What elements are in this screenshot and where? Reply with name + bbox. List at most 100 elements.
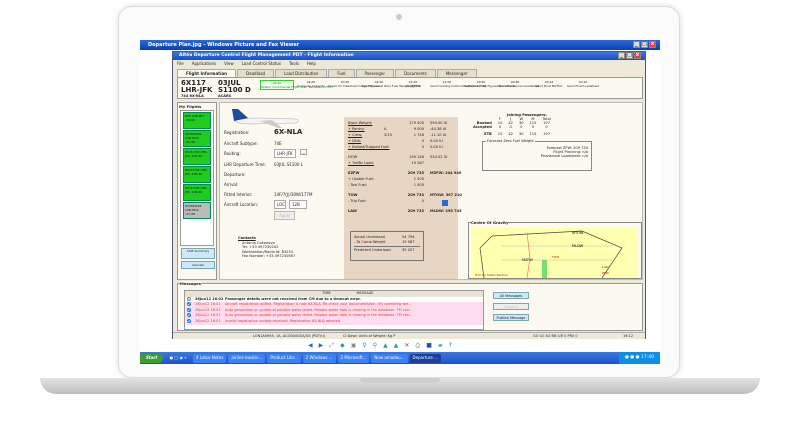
menu-tools[interactable]: Tools (289, 61, 299, 66)
publish-message-button[interactable]: Publish Message (493, 314, 529, 321)
slideshow-icon[interactable]: ▣ (351, 342, 357, 349)
start-button[interactable]: Start (140, 353, 164, 363)
taskbar-item[interactable]: 2 Windows ... (302, 353, 336, 363)
milestone[interactable]: 00:50 Send Final Fuel Figures Document (464, 80, 515, 88)
milestone[interactable]: 00:44 Send Final NOTOC (532, 80, 566, 88)
maximize-icon[interactable]: □ (626, 52, 633, 59)
tab-messenger[interactable]: Messenger (436, 69, 477, 77)
message-checkbox[interactable] (187, 296, 191, 301)
close-icon[interactable]: x (649, 41, 656, 48)
apply-button[interactable]: Apply (274, 211, 296, 220)
tab-fuel[interactable]: Fuel (328, 69, 355, 77)
menu-view[interactable]: View (224, 61, 234, 66)
save-icon[interactable]: ■ (426, 342, 432, 349)
taskbar-item[interactable]: 4 Lotus Notes (192, 353, 227, 363)
quick-launch-icons[interactable]: ● ▢ ◉ » (167, 354, 190, 363)
pax-row-label: ETB (484, 132, 492, 136)
delete-icon[interactable]: ✕ (404, 342, 409, 349)
help-icon[interactable]: ? (449, 342, 452, 349)
weight-value: 190 146 (409, 155, 424, 159)
flight-list-item[interactable]: 6X5 LHR-MIT -39:02 (183, 112, 211, 129)
edit-icon[interactable]: ▰ (438, 342, 443, 349)
message-checkbox[interactable] (187, 302, 191, 307)
col-message[interactable]: MESSAGE (357, 291, 374, 295)
flight-list-item[interactable]: 6X117/05 LHR-JFK -218:00 (183, 184, 211, 201)
tab-load-distribution[interactable]: Load Distribution (275, 69, 328, 77)
status-bar: LON1A0955, 1A, ACO0A0G0A/G5 (PDT/U) CI D… (173, 332, 645, 339)
taskbar-item[interactable]: New amadeu... (371, 353, 408, 363)
tab-flight-information[interactable]: Flight Information (177, 69, 237, 77)
previous-icon[interactable]: ◀ (308, 342, 313, 349)
weight-label: + Usable Fuel: (348, 177, 375, 181)
message-row[interactable]: 26Jun12 16:01 Invalid registration update… (185, 318, 483, 325)
milestone[interactable]: 01:20 Assigned (396, 80, 430, 88)
message-checkbox[interactable] (187, 313, 191, 318)
taskbar-item[interactable]: 2 Microsoft... (337, 353, 370, 363)
allocate-button[interactable]: Allocate (181, 261, 215, 269)
fuel-edit-button[interactable] (442, 200, 448, 206)
taskbar-item[interactable]: Product Libr... (267, 353, 301, 363)
routing-browse-button[interactable]: … (300, 149, 307, 155)
rotate-ccw-icon[interactable]: ▲ (394, 342, 399, 349)
menu-help[interactable]: Help (307, 61, 316, 66)
actual-size-icon[interactable]: ◆ (340, 342, 345, 349)
tab-documents[interactable]: Documents (395, 69, 436, 77)
messages-panel: Messages TIME MESSAGE 26Jun12 16:02 Passen… (177, 281, 643, 331)
menu-file[interactable]: File (177, 61, 184, 66)
milestone[interactable]: 03:00 Check for Deadload Cargo Figures (328, 80, 379, 88)
expand-button[interactable]: Expand (493, 303, 529, 310)
flight-list-item[interactable]: 6X5680/29 LHR-MUC -01:48 (183, 130, 211, 147)
milestone[interactable]: 00:40 Send Provisional Loadsheet (498, 80, 540, 88)
maximize-icon[interactable]: □ (641, 41, 648, 48)
taskbar-item[interactable]: Departure ... (409, 353, 441, 363)
flight-std: S1100 D (218, 86, 251, 94)
tab-deadload[interactable]: Deadload (237, 69, 275, 77)
col-time[interactable]: TIME (297, 291, 357, 295)
weight-label[interactable]: Basic Weight: (348, 121, 372, 125)
messages-title: Messages (180, 281, 201, 286)
to-come-label: - To Come Weight (354, 240, 386, 244)
menu-load-control-status[interactable]: Load Control Status (242, 61, 281, 66)
flight-list-item[interactable]: 6X117/04 LHR-JFK -158:40 (183, 166, 211, 183)
message-text: Auto generation or update of potable wat… (225, 307, 413, 312)
weight-label[interactable]: + Pantry: (348, 127, 365, 131)
milestone[interactable]: 04:00 Compute Capacity (294, 80, 328, 88)
milestone[interactable]: 04:20 Status 'Commercial Flight Plan' Rec… (260, 80, 333, 90)
location-field[interactable]: 12B (289, 200, 307, 209)
shift-summary-button[interactable]: Shift Summary (181, 248, 215, 259)
milestone[interactable]: 01:00 Send Loading Instruction/Report (LI… (430, 80, 486, 88)
taskbar-item[interactable]: airline bookin... (228, 353, 266, 363)
zoom-out-icon[interactable]: ⚲ (373, 342, 377, 349)
weight-row: EZFW 209 733 MZFW: 244 940 (348, 171, 461, 175)
message-time: 26Jun12 16:01 (195, 302, 221, 307)
close-icon[interactable]: x (634, 52, 641, 59)
flight-list-item[interactable]: 6X5680/28 LHR-MUC -37:48 (183, 202, 211, 219)
best-fit-icon[interactable]: ⤢ (329, 342, 334, 349)
location-type-field[interactable]: LOC (274, 200, 286, 209)
message-checkbox[interactable] (187, 318, 191, 323)
zoom-in-icon[interactable]: ⚲ (362, 342, 366, 349)
milestone[interactable]: 02:30 Send Forecast Zero Fuel Weight (FZF… (362, 80, 421, 88)
weight-row: + Ballast/Trapped Fuel: 0 0.00 IU (348, 145, 443, 149)
all-messages-button[interactable]: All Messages (493, 292, 529, 299)
menu-applications[interactable]: Applications (192, 61, 216, 66)
tab-passenger[interactable]: Passenger (355, 69, 395, 77)
weight-label: DOW (348, 155, 358, 159)
rotate-cw-icon[interactable]: ▲ (383, 342, 388, 349)
routing-field[interactable]: LHR-JFK (274, 149, 296, 158)
weight-label[interactable]: + Crew: (348, 133, 362, 137)
next-icon[interactable]: ▶ (319, 342, 324, 349)
pax-value: 115 (529, 132, 537, 136)
weight-label[interactable]: + Traffic Load: (348, 161, 374, 165)
minimize-icon[interactable]: _ (633, 41, 640, 48)
milestone[interactable]: 00:10 Send Final Loadsheet (566, 80, 600, 88)
tray-icons[interactable]: ● ● ● (625, 355, 641, 360)
print-icon[interactable]: ⎙ (415, 342, 420, 349)
milestone-label: Send Provisional Loadsheet (498, 84, 540, 88)
flight-list-item[interactable]: 6X117/03 LHR-JFK -102:40 (183, 148, 211, 165)
weight-label[interactable]: + Ballast/Trapped Fuel: (348, 145, 390, 149)
weight-index: -44.38 IU (430, 127, 447, 131)
minimize-icon[interactable]: _ (618, 52, 625, 59)
weight-label[interactable]: + DHA: (348, 139, 361, 143)
message-checkbox[interactable] (187, 307, 191, 312)
